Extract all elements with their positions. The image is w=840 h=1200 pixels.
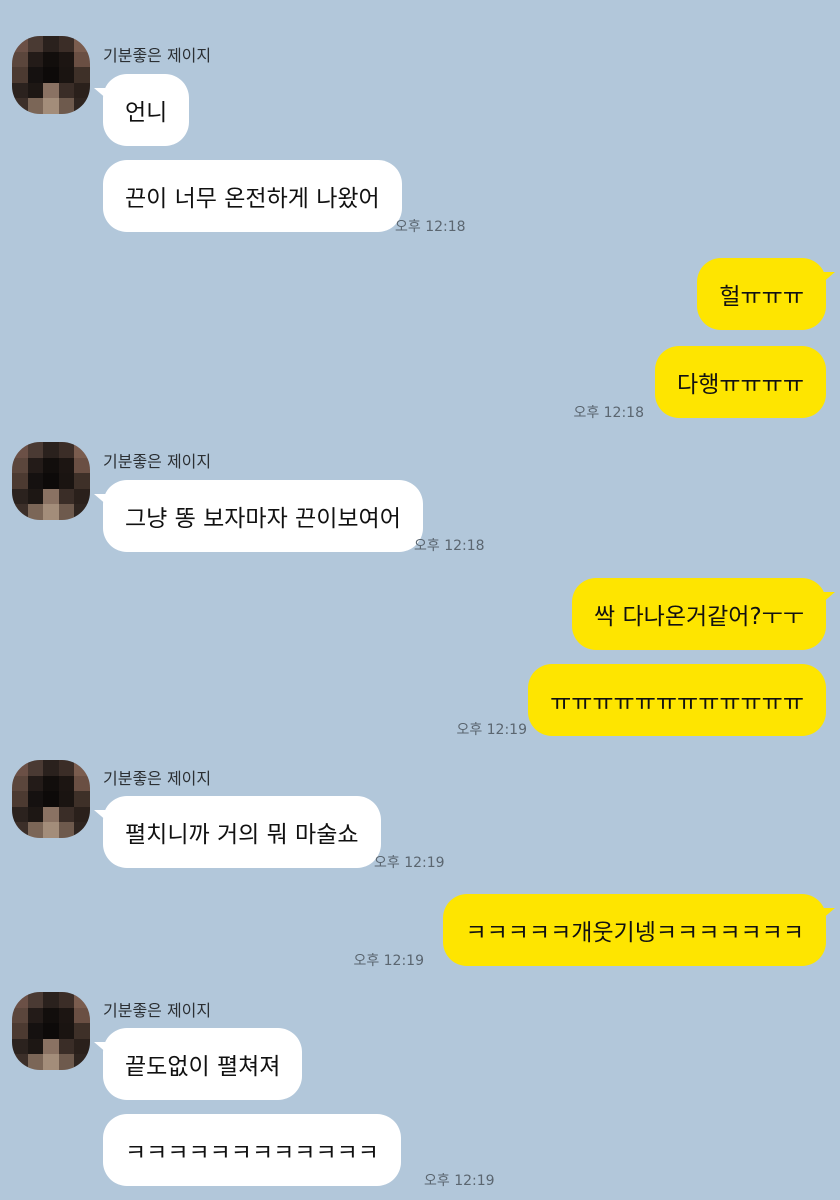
- message-timestamp: 오후 12:18: [414, 538, 485, 554]
- sender-name: 기분좋은 제이지: [103, 1001, 212, 1020]
- message-bubble-incoming[interactable]: ㅋㅋㅋㅋㅋㅋㅋㅋㅋㅋㅋㅋ: [103, 1114, 401, 1186]
- message-bubble-outgoing[interactable]: 싹 다나온거같어?ㅜㅜ: [572, 578, 835, 650]
- message-timestamp: 오후 12:19: [456, 722, 527, 738]
- message-bubble-outgoing[interactable]: 헐ㅠㅠㅠ: [697, 258, 835, 330]
- sender-avatar[interactable]: [12, 992, 90, 1070]
- message-timestamp: 오후 12:18: [395, 219, 466, 235]
- message-bubble-incoming[interactable]: 끝도없이 펼쳐져: [93, 1028, 303, 1100]
- sender-avatar[interactable]: [12, 442, 90, 520]
- message-bubble-outgoing[interactable]: ㅠㅠㅠㅠㅠㅠㅠㅠㅠㅠㅠㅠ: [528, 664, 826, 736]
- message-timestamp: 오후 12:18: [573, 405, 644, 421]
- sender-avatar[interactable]: [12, 760, 90, 838]
- message-bubble-outgoing[interactable]: 다행ㅠㅠㅠㅠ: [655, 346, 826, 418]
- message-timestamp: 오후 12:19: [374, 855, 445, 871]
- message-bubble-outgoing[interactable]: ㅋㅋㅋㅋㅋ개웃기넹ㅋㅋㅋㅋㅋㅋㅋ: [443, 894, 835, 966]
- message-timestamp: 오후 12:19: [353, 953, 424, 969]
- message-bubble-incoming[interactable]: 펼치니까 거의 뭐 마술쇼: [94, 796, 381, 868]
- sender-avatar[interactable]: [12, 36, 90, 114]
- message-timestamp: 오후 12:19: [424, 1173, 495, 1189]
- sender-name: 기분좋은 제이지: [103, 452, 212, 471]
- message-bubble-incoming[interactable]: 언니: [93, 74, 190, 146]
- message-bubble-incoming[interactable]: 그냥 똥 보자마자 끈이보여어: [94, 480, 423, 552]
- message-bubble-incoming[interactable]: 끈이 너무 온전하게 나왔어: [103, 160, 402, 232]
- sender-name: 기분좋은 제이지: [103, 46, 212, 65]
- sender-name: 기분좋은 제이지: [103, 769, 212, 788]
